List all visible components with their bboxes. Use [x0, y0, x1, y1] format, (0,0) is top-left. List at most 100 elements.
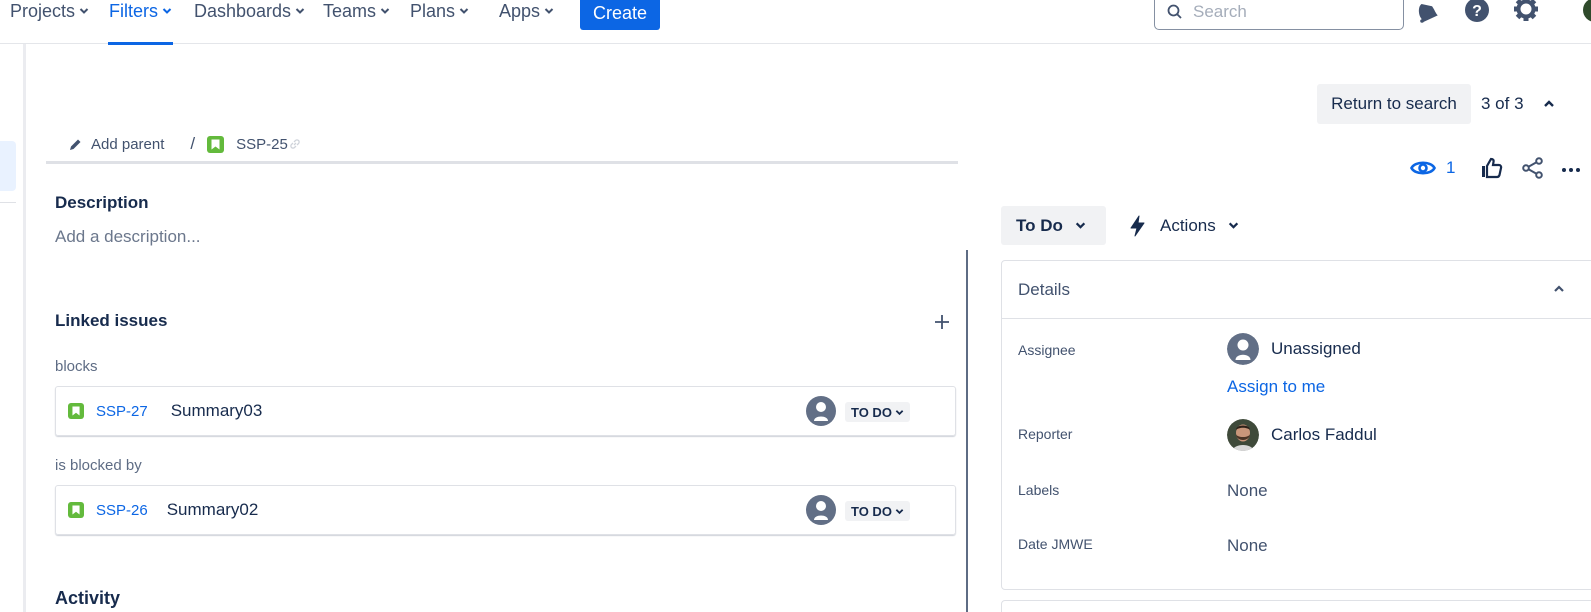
breadcrumb-separator: /: [190, 134, 196, 153]
field-label-reporter: Reporter: [1018, 426, 1073, 442]
status-label: TO DO: [851, 404, 892, 420]
story-icon: [68, 403, 84, 419]
actions-dropdown[interactable]: Actions: [1128, 206, 1239, 245]
help-icon: ?: [1465, 0, 1489, 22]
search-input[interactable]: [1193, 2, 1383, 22]
share-button[interactable]: [1521, 156, 1545, 185]
linked-issue-row[interactable]: SSP-26 Summary02 TO DO: [55, 485, 956, 535]
date-jmwe-value[interactable]: None: [1227, 536, 1268, 556]
nav-projects[interactable]: Projects: [10, 0, 89, 44]
breadcrumb-issue-key[interactable]: SSP-25: [236, 136, 288, 153]
assign-to-me-link[interactable]: Assign to me: [1227, 377, 1325, 397]
chevron-down-icon: [380, 8, 390, 14]
sidebar-collapsed: [0, 44, 26, 612]
top-navigation: Projects Filters Dashboards Teams Plans …: [0, 0, 1591, 45]
details-header-toggle[interactable]: Details: [1002, 261, 1591, 319]
nav-teams-label: Teams: [323, 1, 377, 21]
linked-issues-title: Linked issues: [55, 311, 168, 330]
chevron-down-icon: [1228, 222, 1238, 229]
breadcrumb: Add parent / SSP-25: [68, 134, 301, 154]
details-title: Details: [1018, 279, 1070, 299]
story-icon: [68, 502, 84, 518]
thumbs-up-icon: [1482, 157, 1503, 179]
settings-button[interactable]: [1512, 0, 1540, 24]
profile-avatar[interactable]: [1583, 0, 1591, 22]
panel-resize-handle[interactable]: [966, 250, 968, 612]
return-to-search-button[interactable]: Return to search: [1317, 84, 1471, 124]
header-divider: [46, 161, 958, 164]
more-actions-button[interactable]: [1560, 160, 1580, 185]
actions-label: Actions: [1160, 215, 1216, 235]
pencil-icon: [70, 139, 81, 150]
create-button-label: Create: [592, 2, 648, 23]
labels-value[interactable]: None: [1227, 481, 1268, 501]
reporter-value: Carlos Faddul: [1271, 425, 1377, 444]
nav-filters-label: Filters: [109, 1, 158, 21]
nav-projects-label: Projects: [10, 1, 76, 21]
help-button[interactable]: ?: [1463, 0, 1491, 24]
details-panel: Details Assignee Unassigned Assign to me…: [1001, 260, 1591, 590]
linked-issue-row[interactable]: SSP-27 Summary03 TO DO: [55, 386, 956, 436]
eye-icon: [1410, 161, 1436, 175]
more-icon: [1562, 168, 1580, 172]
status-label: TO DO: [851, 503, 892, 519]
link-type-label: blocks: [55, 358, 98, 375]
return-to-search-label: Return to search: [1331, 94, 1457, 113]
nav-teams[interactable]: Teams: [323, 0, 390, 44]
watch-button[interactable]: 1: [1410, 156, 1455, 180]
reporter-field[interactable]: Carlos Faddul: [1227, 419, 1377, 451]
linked-issue-summary[interactable]: Summary03: [171, 401, 263, 421]
linked-issue-status-dropdown[interactable]: TO DO: [845, 501, 910, 521]
add-parent-button[interactable]: Add parent: [68, 136, 164, 153]
previous-issue-button[interactable]: [1540, 95, 1558, 113]
bell-icon: [1418, 4, 1438, 23]
search-box[interactable]: [1154, 0, 1404, 30]
nav-apps[interactable]: Apps: [499, 0, 554, 44]
linked-issue-status-dropdown[interactable]: TO DO: [845, 402, 910, 422]
status-current: To Do: [1016, 215, 1063, 235]
status-dropdown[interactable]: To Do: [1001, 206, 1106, 245]
assignee-value: Unassigned: [1271, 339, 1361, 358]
next-panel: [1001, 600, 1591, 612]
reporter-avatar: [1227, 419, 1259, 451]
add-parent-label: Add parent: [91, 135, 165, 153]
assignee-field[interactable]: Unassigned: [1227, 333, 1361, 365]
linked-issue-summary[interactable]: Summary02: [167, 500, 259, 520]
notifications-button[interactable]: [1414, 0, 1442, 24]
add-linked-issue-button[interactable]: [930, 310, 954, 334]
nav-dashboards-label: Dashboards: [194, 1, 292, 21]
nav-plans-label: Plans: [410, 1, 456, 21]
svg-text:?: ?: [1472, 3, 1482, 20]
vote-button[interactable]: [1480, 156, 1504, 185]
chevron-down-icon: [459, 8, 469, 14]
nav-filters[interactable]: Filters: [108, 0, 173, 45]
description-title: Description: [55, 193, 149, 212]
gear-icon: [1514, 0, 1538, 21]
plus-icon: [935, 315, 949, 329]
share-icon: [1522, 157, 1543, 179]
field-label-assignee: Assignee: [1018, 342, 1076, 358]
unassigned-avatar-icon: [1227, 333, 1259, 365]
linked-issue-key[interactable]: SSP-27: [96, 403, 148, 420]
unassigned-avatar-icon: [806, 396, 836, 426]
sidebar-selected-item[interactable]: [0, 141, 16, 191]
chevron-down-icon: [895, 409, 904, 415]
issue-pager: 3 of 3: [1481, 94, 1524, 113]
lightning-icon: [1130, 215, 1145, 236]
create-button[interactable]: Create: [580, 0, 660, 30]
field-label-labels: Labels: [1018, 482, 1060, 498]
nav-dashboards[interactable]: Dashboards: [194, 0, 305, 44]
chevron-down-icon: [79, 8, 89, 14]
field-label-date-jmwe: Date JMWE: [1018, 536, 1093, 552]
search-icon: [1167, 4, 1182, 19]
description-input[interactable]: Add a description...: [55, 227, 201, 247]
chevron-down-icon: [162, 8, 172, 14]
chevron-up-icon: [1554, 285, 1564, 292]
chevron-down-icon: [1075, 222, 1086, 229]
story-icon: [207, 135, 225, 153]
chevron-down-icon: [544, 8, 554, 14]
linked-issue-key[interactable]: SSP-26: [96, 502, 148, 519]
nav-plans[interactable]: Plans: [410, 0, 469, 44]
link-icon[interactable]: [289, 138, 301, 150]
chevron-down-icon: [895, 508, 904, 514]
